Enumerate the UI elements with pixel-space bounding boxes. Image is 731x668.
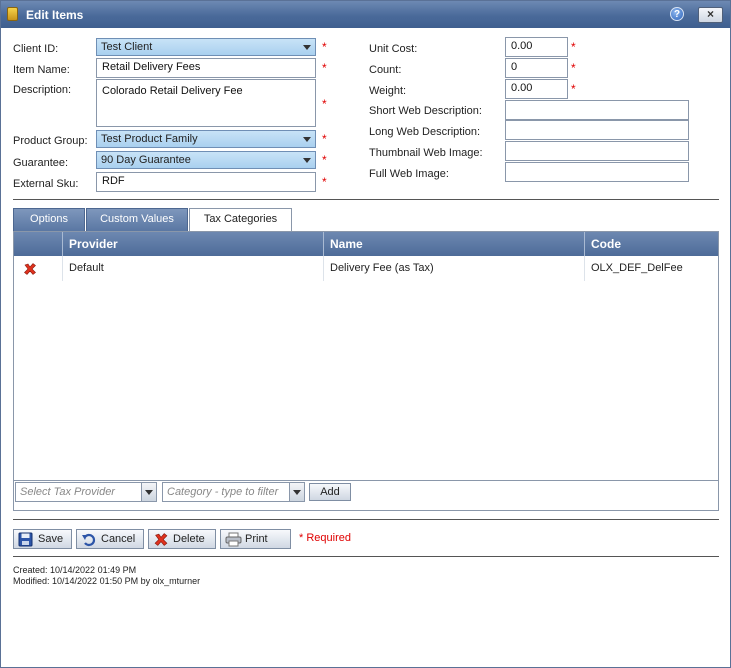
item-name-label: Item Name: — [13, 64, 70, 76]
unit-cost-input[interactable]: 0.00 — [505, 37, 568, 57]
required-marker: * — [571, 61, 576, 75]
cell-name: Delivery Fee (as Tax) — [323, 256, 584, 281]
cancel-button[interactable]: Cancel — [76, 529, 144, 549]
cell-code: OLX_DEF_DelFee — [584, 256, 718, 281]
delete-x-icon[interactable] — [23, 262, 37, 276]
modified-timestamp: Modified: 10/14/2022 01:50 PM by olx_mtu… — [13, 576, 201, 586]
full-web-image-input[interactable] — [505, 162, 689, 182]
required-marker: * — [322, 175, 327, 189]
created-timestamp: Created: 10/14/2022 01:49 PM — [13, 565, 137, 575]
long-web-description-input[interactable] — [505, 120, 689, 140]
print-button[interactable]: Print — [220, 529, 291, 549]
save-label: Save — [38, 533, 64, 545]
short-web-description-label: Short Web Description: — [369, 105, 482, 117]
required-marker: * — [322, 132, 327, 146]
grid-header-code[interactable]: Code — [584, 232, 718, 256]
divider — [13, 519, 719, 520]
chevron-down-icon — [303, 158, 311, 163]
floppy-disk-icon — [18, 532, 33, 547]
weight-input[interactable]: 0.00 — [505, 79, 568, 99]
product-group-value: Test Product Family — [101, 133, 198, 145]
chevron-down-icon — [303, 137, 311, 142]
cancel-label: Cancel — [101, 533, 136, 545]
cell-provider: Default — [62, 256, 323, 281]
long-web-description-label: Long Web Description: — [369, 126, 481, 138]
description-textarea[interactable]: Colorado Retail Delivery Fee — [96, 79, 316, 127]
save-button[interactable]: Save — [13, 529, 72, 549]
count-label: Count: — [369, 64, 402, 76]
item-name-input[interactable]: Retail Delivery Fees — [96, 58, 316, 78]
tax-provider-placeholder: Select Tax Provider — [20, 486, 115, 498]
client-id-label: Client ID: — [13, 43, 59, 55]
external-sku-input[interactable]: RDF — [96, 172, 316, 192]
tab-options[interactable]: Options — [13, 208, 85, 231]
help-button[interactable]: ? — [670, 7, 684, 21]
delete-button[interactable]: Delete — [148, 529, 216, 549]
required-note: * Required — [299, 532, 351, 544]
client-id-value: Test Client — [101, 41, 153, 53]
short-web-description-input[interactable] — [505, 100, 689, 120]
grid-header-name[interactable]: Name — [323, 232, 584, 256]
divider — [13, 199, 719, 200]
guarantee-value: 90 Day Guarantee — [101, 154, 191, 166]
add-button[interactable]: Add — [309, 483, 351, 501]
grid-header-provider[interactable]: Provider — [62, 232, 323, 256]
delete-label: Delete — [173, 533, 205, 545]
tax-categories-grid: Provider Name Code Default Delivery Fee … — [13, 231, 719, 481]
weight-label: Weight: — [369, 85, 407, 97]
printer-icon — [225, 532, 242, 547]
product-group-select[interactable]: Test Product Family — [96, 130, 316, 148]
edit-items-window: Edit Items ? × Client ID: Test Client * … — [0, 0, 731, 668]
close-button[interactable]: × — [698, 7, 723, 23]
title-bar[interactable]: Edit Items ? × — [1, 1, 730, 28]
tax-provider-select[interactable]: Select Tax Provider — [15, 482, 157, 502]
grid-header: Provider Name Code — [14, 232, 718, 256]
chevron-down-icon — [303, 45, 311, 50]
description-label: Description: — [13, 84, 72, 96]
window-title: Edit Items — [26, 8, 84, 22]
required-marker: * — [571, 40, 576, 54]
client-id-select[interactable]: Test Client — [96, 38, 316, 56]
item-box-icon — [7, 7, 18, 21]
guarantee-select[interactable]: 90 Day Guarantee — [96, 151, 316, 169]
tab-tax-categories[interactable]: Tax Categories — [189, 208, 292, 232]
delete-x-icon — [154, 533, 168, 546]
chevron-down-icon — [293, 490, 301, 495]
guarantee-label: Guarantee: — [13, 157, 69, 169]
tab-custom-values[interactable]: Custom Values — [86, 208, 188, 231]
grid-header-action — [14, 232, 62, 256]
category-filter-select[interactable]: Category - type to filter — [162, 482, 305, 502]
chevron-down-icon — [145, 490, 153, 495]
dropdown-button[interactable] — [141, 482, 157, 502]
required-marker: * — [322, 97, 327, 111]
dropdown-button[interactable] — [289, 482, 305, 502]
unit-cost-label: Unit Cost: — [369, 43, 418, 55]
external-sku-label: External Sku: — [13, 178, 79, 190]
print-label: Print — [245, 533, 268, 545]
product-group-label: Product Group: — [13, 135, 88, 147]
full-web-image-label: Full Web Image: — [369, 168, 449, 180]
thumbnail-web-image-label: Thumbnail Web Image: — [369, 147, 483, 159]
table-row[interactable]: Default Delivery Fee (as Tax) OLX_DEF_De… — [14, 256, 718, 281]
count-input[interactable]: 0 — [505, 58, 568, 78]
required-marker: * — [571, 82, 576, 96]
thumbnail-web-image-input[interactable] — [505, 141, 689, 161]
required-marker: * — [322, 61, 327, 75]
category-filter-placeholder: Category - type to filter — [167, 486, 279, 498]
divider — [13, 556, 719, 557]
required-marker: * — [322, 40, 327, 54]
required-marker: * — [322, 153, 327, 167]
undo-arrow-icon — [82, 533, 96, 547]
